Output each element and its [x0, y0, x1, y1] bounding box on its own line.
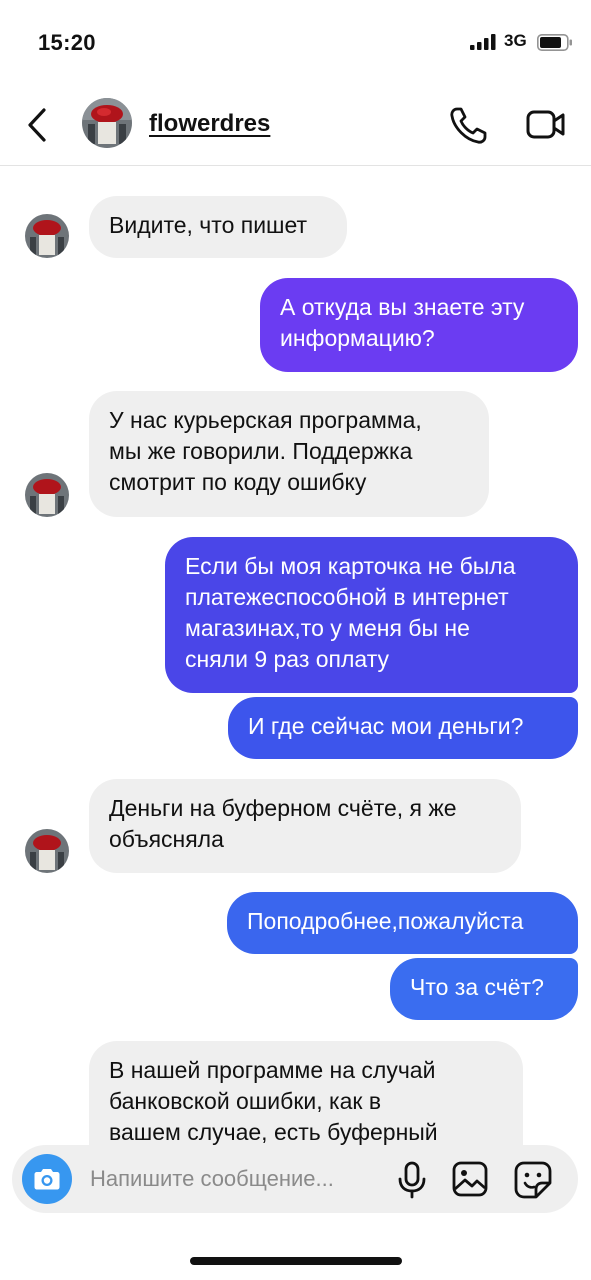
signal-icon [470, 34, 496, 50]
message-line: банковской ошибки, как в [109, 1088, 382, 1114]
status-time: 15:20 [38, 30, 96, 55]
status-bar: 15:20 3G [0, 0, 591, 88]
message-line: магазинах,то у меня бы не [185, 615, 470, 641]
message-line: вашем случае, есть буферный [109, 1119, 438, 1145]
message-bubble[interactable]: Деньги на буферном счёте, я же объясняла [89, 779, 521, 873]
phone-icon[interactable] [447, 104, 491, 148]
message-bubble[interactable]: Если бы моя карточка не была платежеспос… [165, 537, 578, 693]
image-icon[interactable] [452, 1161, 488, 1197]
message-line: мы же говорили. Поддержка [109, 438, 413, 464]
message-line: А откуда вы знаете эту [280, 294, 525, 320]
avatar [25, 829, 69, 873]
message-bubble[interactable]: В нашей программе на случай банковской о… [89, 1041, 523, 1151]
microphone-icon[interactable] [396, 1161, 428, 1199]
avatar [25, 214, 69, 258]
message-bubble[interactable]: Что за счёт? [390, 958, 578, 1020]
sticker-icon[interactable] [514, 1161, 552, 1199]
camera-button[interactable] [22, 1154, 72, 1204]
message-line: И где сейчас мои деньги? [248, 713, 524, 739]
message-line: Поподробнее,пожалуйста [247, 908, 524, 934]
message-bubble[interactable]: Видите, что пишет [89, 196, 347, 258]
message-bubble[interactable]: Поподробнее,пожалуйста [227, 892, 578, 954]
message-line: Деньги на буферном счёте, я же [109, 795, 457, 821]
network-type: 3G [504, 31, 527, 50]
home-indicator[interactable] [190, 1257, 402, 1265]
message-bubble[interactable]: У нас курьерская программа, мы же говори… [89, 391, 489, 517]
message-line: Что за счёт? [410, 974, 544, 1000]
message-line: сняли 9 раз оплату [185, 646, 390, 672]
video-camera-icon[interactable] [524, 102, 568, 146]
chevron-left-icon[interactable] [20, 104, 56, 146]
message-line: платежеспособной в интернет [185, 584, 509, 610]
chat-header: flowerdres [0, 88, 591, 166]
message-line: У нас курьерская программа, [109, 407, 422, 433]
message-line: Видите, что пишет [109, 212, 308, 238]
message-composer: Напишите сообщение... [12, 1145, 578, 1213]
message-bubble[interactable]: А откуда вы знаете эту информацию? [260, 278, 578, 372]
message-line: объясняла [109, 826, 224, 852]
avatar[interactable] [82, 98, 132, 148]
message-line: В нашей программе на случай [109, 1057, 436, 1083]
chat-username[interactable]: flowerdres [149, 110, 270, 138]
message-line: смотрит по коду ошибку [109, 469, 367, 495]
message-line: Если бы моя карточка не была [185, 553, 516, 579]
message-bubble[interactable]: И где сейчас мои деньги? [228, 697, 578, 759]
message-input[interactable]: Напишите сообщение... [90, 1166, 334, 1192]
avatar [25, 473, 69, 517]
camera-icon [34, 1169, 60, 1190]
message-line: информацию? [280, 325, 435, 351]
battery-icon [537, 34, 572, 51]
